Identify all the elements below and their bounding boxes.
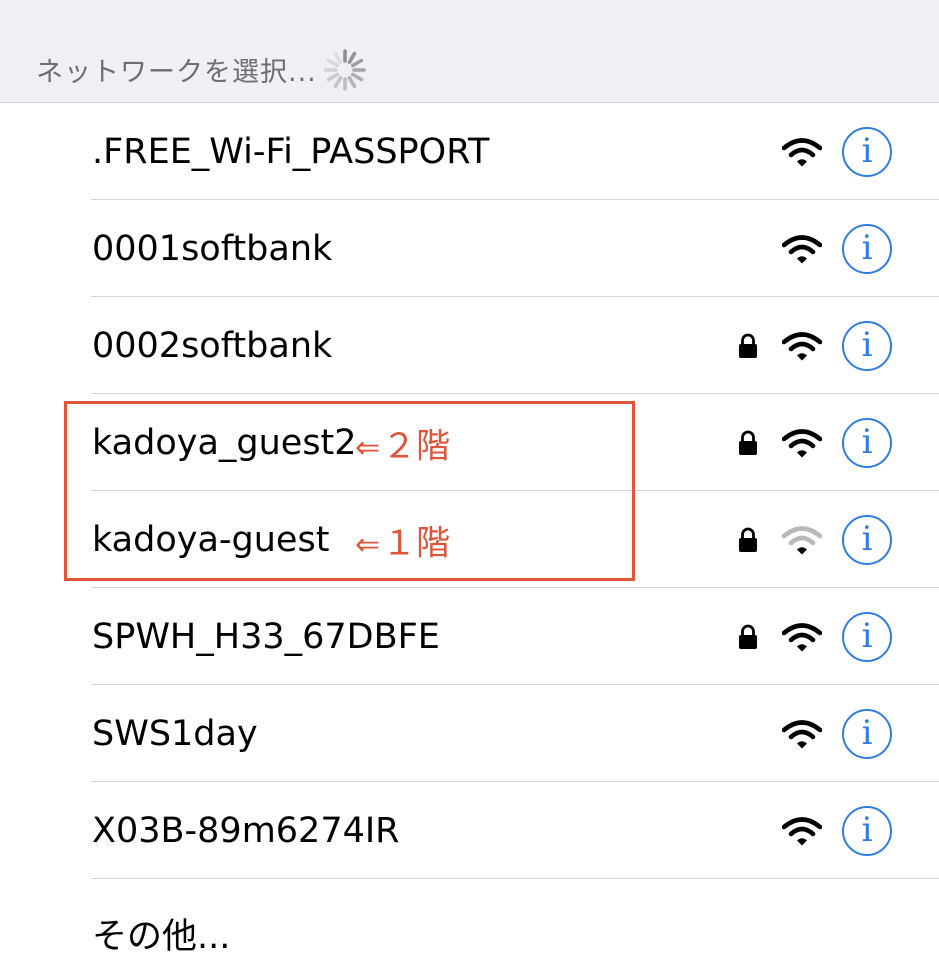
network-row[interactable]: 0002softbank i — [0, 297, 939, 394]
network-row[interactable]: 0001softbank i — [0, 200, 939, 297]
info-glyph: i — [861, 712, 873, 753]
wifi-icon — [781, 816, 823, 846]
info-icon[interactable]: i — [842, 514, 892, 565]
network-row[interactable]: SWS1day i — [0, 685, 939, 782]
info-icon[interactable]: i — [842, 223, 892, 274]
info-icon[interactable]: i — [842, 126, 892, 177]
info-icon[interactable]: i — [842, 708, 892, 759]
network-name: 0002softbank — [92, 325, 333, 366]
info-icon[interactable]: i — [842, 805, 892, 856]
row-separator — [91, 878, 939, 879]
wifi-icon — [781, 428, 823, 458]
info-glyph: i — [861, 809, 873, 850]
info-icon[interactable]: i — [842, 320, 892, 371]
info-glyph: i — [861, 615, 873, 656]
wifi-icon — [781, 622, 823, 652]
info-glyph: i — [861, 421, 873, 462]
network-row[interactable]: SPWH_H33_67DBFE i — [0, 588, 939, 685]
wifi-icon — [781, 331, 823, 361]
info-glyph: i — [861, 130, 873, 171]
info-icon[interactable]: i — [842, 611, 892, 662]
spinner-icon — [324, 49, 366, 91]
info-icon[interactable]: i — [842, 417, 892, 468]
lock-icon — [738, 430, 758, 456]
wifi-icon — [781, 137, 823, 167]
network-name: .FREE_Wi-Fi_PASSPORT — [92, 131, 490, 172]
other-network-item[interactable]: その他... — [92, 908, 230, 959]
info-glyph: i — [861, 518, 873, 559]
annotation-highlight-box — [64, 401, 635, 581]
section-header: ネットワークを選択... — [0, 0, 939, 103]
wifi-icon — [781, 525, 823, 555]
network-name: X03B-89m6274IR — [92, 810, 400, 851]
info-glyph: i — [861, 227, 873, 268]
network-row[interactable]: .FREE_Wi-Fi_PASSPORT i — [0, 103, 939, 200]
network-name: SWS1day — [92, 713, 258, 754]
lock-icon — [738, 527, 758, 553]
network-name: 0001softbank — [92, 228, 333, 269]
lock-icon — [738, 624, 758, 650]
wifi-icon — [781, 234, 823, 264]
network-name: SPWH_H33_67DBFE — [92, 616, 440, 657]
lock-icon — [738, 333, 758, 359]
info-glyph: i — [861, 324, 873, 365]
section-header-title: ネットワークを選択... — [36, 57, 317, 88]
wifi-icon — [781, 719, 823, 749]
network-row[interactable]: X03B-89m6274IR i — [0, 782, 939, 879]
